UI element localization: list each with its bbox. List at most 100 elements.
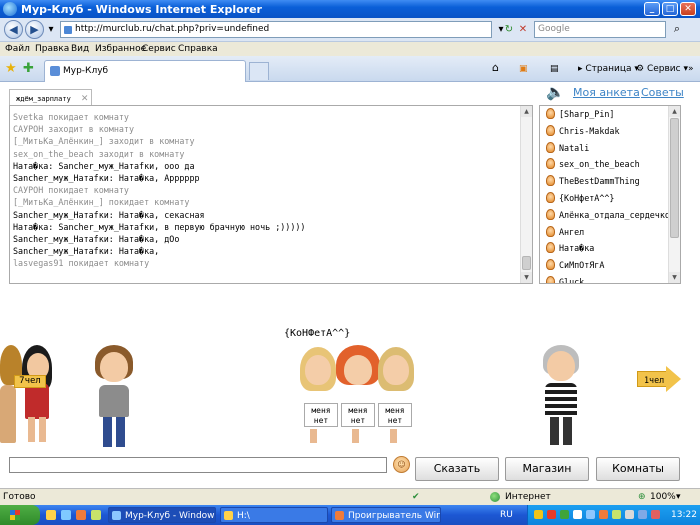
- avatar-group-center[interactable]: [300, 345, 416, 445]
- menu-favorites[interactable]: Избранное: [95, 44, 146, 54]
- menu-file[interactable]: Файл: [5, 44, 30, 54]
- status-sign-1: меня нет: [304, 403, 338, 427]
- say-button[interactable]: Сказать: [415, 457, 499, 481]
- scroll-up-icon[interactable]: ▲: [521, 106, 532, 117]
- chat-message: Svetka покидает комнату: [13, 112, 129, 122]
- quicklaunch-app-icon[interactable]: [91, 510, 101, 520]
- menu-view[interactable]: Вид: [71, 44, 89, 54]
- maximize-button[interactable]: □: [662, 2, 678, 16]
- zoom-dropdown-icon[interactable]: ▾: [676, 492, 681, 502]
- chat-scroll-thumb[interactable]: [522, 256, 531, 270]
- volume-icon[interactable]: [625, 510, 634, 519]
- tray-icon-4[interactable]: [573, 510, 582, 519]
- tray-icon-1[interactable]: [534, 510, 543, 519]
- page-menu[interactable]: ▸ Страница ▾: [578, 64, 639, 74]
- zoom-level[interactable]: 100%: [650, 492, 676, 502]
- close-window-button[interactable]: ✕: [680, 2, 696, 16]
- user-avatar-icon: [546, 259, 555, 271]
- search-icon[interactable]: ⌕: [668, 21, 686, 38]
- tray-icon-5[interactable]: [586, 510, 595, 519]
- avatar-grey-hair[interactable]: [540, 345, 584, 449]
- minimize-button[interactable]: _: [644, 2, 660, 16]
- windows-flag-icon: [10, 510, 20, 520]
- home-icon[interactable]: ⌂: [492, 61, 499, 74]
- room-tab-label: ждём_зарплату: [16, 95, 71, 103]
- tools-menu-label: Сервис: [646, 64, 681, 74]
- avatar-group-left[interactable]: [0, 345, 60, 445]
- task-murclub[interactable]: Мур-Клуб - Windows...: [108, 507, 216, 523]
- chat-log[interactable]: Svetka покидает комнату CAУPOH заходит в …: [9, 105, 533, 284]
- avatar-brown-hair[interactable]: [93, 345, 137, 449]
- message-input[interactable]: [9, 457, 387, 473]
- tools-menu[interactable]: ⚙ Сервис ▾: [636, 64, 688, 74]
- menu-tools[interactable]: Сервис: [142, 44, 176, 54]
- user-avatar-icon: [546, 108, 555, 119]
- my-profile-link[interactable]: Моя анкета: [573, 86, 640, 99]
- close-room-icon[interactable]: ✕: [81, 91, 88, 104]
- menu-help[interactable]: Справка: [178, 44, 218, 54]
- smiley-icon[interactable]: ☺: [393, 456, 410, 473]
- rss-feed-icon[interactable]: ▣: [519, 64, 528, 74]
- print-icon[interactable]: ▤: [550, 64, 559, 74]
- user-avatar-icon: [546, 175, 555, 187]
- user-avatar-icon: [546, 208, 555, 220]
- network-icon[interactable]: [638, 510, 647, 519]
- language-indicator[interactable]: RU: [500, 510, 513, 520]
- tray-icon-7[interactable]: [612, 510, 621, 519]
- status-sign-3: меня нет: [378, 403, 412, 427]
- quicklaunch-ie-icon[interactable]: [61, 510, 71, 520]
- security-zone[interactable]: Интернет: [505, 492, 551, 502]
- search-input[interactable]: Google: [534, 21, 666, 38]
- sound-icon[interactable]: 🔈: [546, 83, 565, 101]
- address-input[interactable]: http://murclub.ru/chat.php?priv=undefine…: [60, 21, 492, 38]
- shop-button[interactable]: Магазин: [505, 457, 589, 481]
- quicklaunch-media-icon[interactable]: [76, 510, 86, 520]
- chat-message: Ната�ка: Sancher_муж_Натаfки, в первую б…: [13, 221, 306, 232]
- tips-link[interactable]: Советы: [641, 86, 684, 99]
- user-list: [Sharp_Pin] Chris-Makdak Natali sex_on_the_…: [539, 105, 681, 284]
- address-bar: ◀ ▶ ▾ http://murclub.ru/chat.php?priv=un…: [0, 18, 700, 42]
- task-media-player[interactable]: Проигрыватель Win...: [331, 507, 441, 523]
- tray-icon-6[interactable]: [599, 510, 608, 519]
- security-alert-icon[interactable]: [651, 510, 660, 519]
- selected-user-label: {КоНФетА^^}: [284, 328, 351, 339]
- users-scroll-down-icon[interactable]: ▼: [669, 272, 680, 283]
- refresh-icon[interactable]: ↻: [502, 21, 516, 38]
- stop-icon[interactable]: ✕: [516, 21, 530, 38]
- user-name: Natali: [559, 142, 590, 153]
- user-name: TheBestDammThing: [559, 176, 640, 187]
- task-drive-h-label: H:\: [237, 511, 250, 521]
- page-icon: [64, 26, 72, 34]
- start-button[interactable]: [0, 505, 40, 525]
- rooms-button[interactable]: Комнаты: [596, 457, 680, 481]
- add-favorite-icon[interactable]: ✚: [23, 61, 34, 76]
- left-room-count[interactable]: 7чел: [14, 375, 46, 388]
- chat-message: [_МитьКа_Алёнкин_] покидает комнату: [13, 197, 190, 208]
- next-room-arrow[interactable]: 1чел: [637, 366, 681, 392]
- zoom-icon[interactable]: ⊕: [638, 492, 646, 502]
- room-tab[interactable]: ждём_зарплату ✕: [9, 89, 92, 106]
- window-titlebar: Мур-Клуб - Windows Internet Explorer _ □…: [0, 0, 700, 18]
- more-commands-icon[interactable]: »: [688, 64, 694, 74]
- chat-messages: Svetka покидает комнату CAУPOH заходит в …: [13, 111, 305, 270]
- new-tab-button[interactable]: [249, 62, 269, 80]
- forward-button[interactable]: ▶: [25, 20, 44, 39]
- users-scrollbar[interactable]: ▲ ▼: [668, 106, 680, 283]
- users-scroll-up-icon[interactable]: ▲: [669, 106, 680, 117]
- tray-icon-3[interactable]: [560, 510, 569, 519]
- scroll-down-icon[interactable]: ▼: [521, 272, 532, 283]
- quicklaunch-folder-icon[interactable]: [46, 510, 56, 520]
- back-button[interactable]: ◀: [4, 20, 23, 39]
- chat-scrollbar[interactable]: ▲ ▼: [520, 106, 532, 283]
- clock: 13:22: [671, 510, 697, 520]
- users-scroll-thumb[interactable]: [670, 118, 679, 238]
- task-drive-h[interactable]: H:\: [220, 507, 328, 523]
- user-avatar-icon: [546, 124, 555, 136]
- history-dropdown-icon[interactable]: ▾: [44, 21, 58, 38]
- tab-murclub[interactable]: Мур-Клуб: [44, 60, 246, 82]
- favorites-star-icon[interactable]: ★: [5, 61, 17, 76]
- menu-edit[interactable]: Правка: [35, 44, 69, 54]
- tray-icon-2[interactable]: [547, 510, 556, 519]
- chat-message: CAУPOH покидает комнату: [13, 185, 129, 196]
- user-name: Chris-Makdak: [559, 125, 620, 136]
